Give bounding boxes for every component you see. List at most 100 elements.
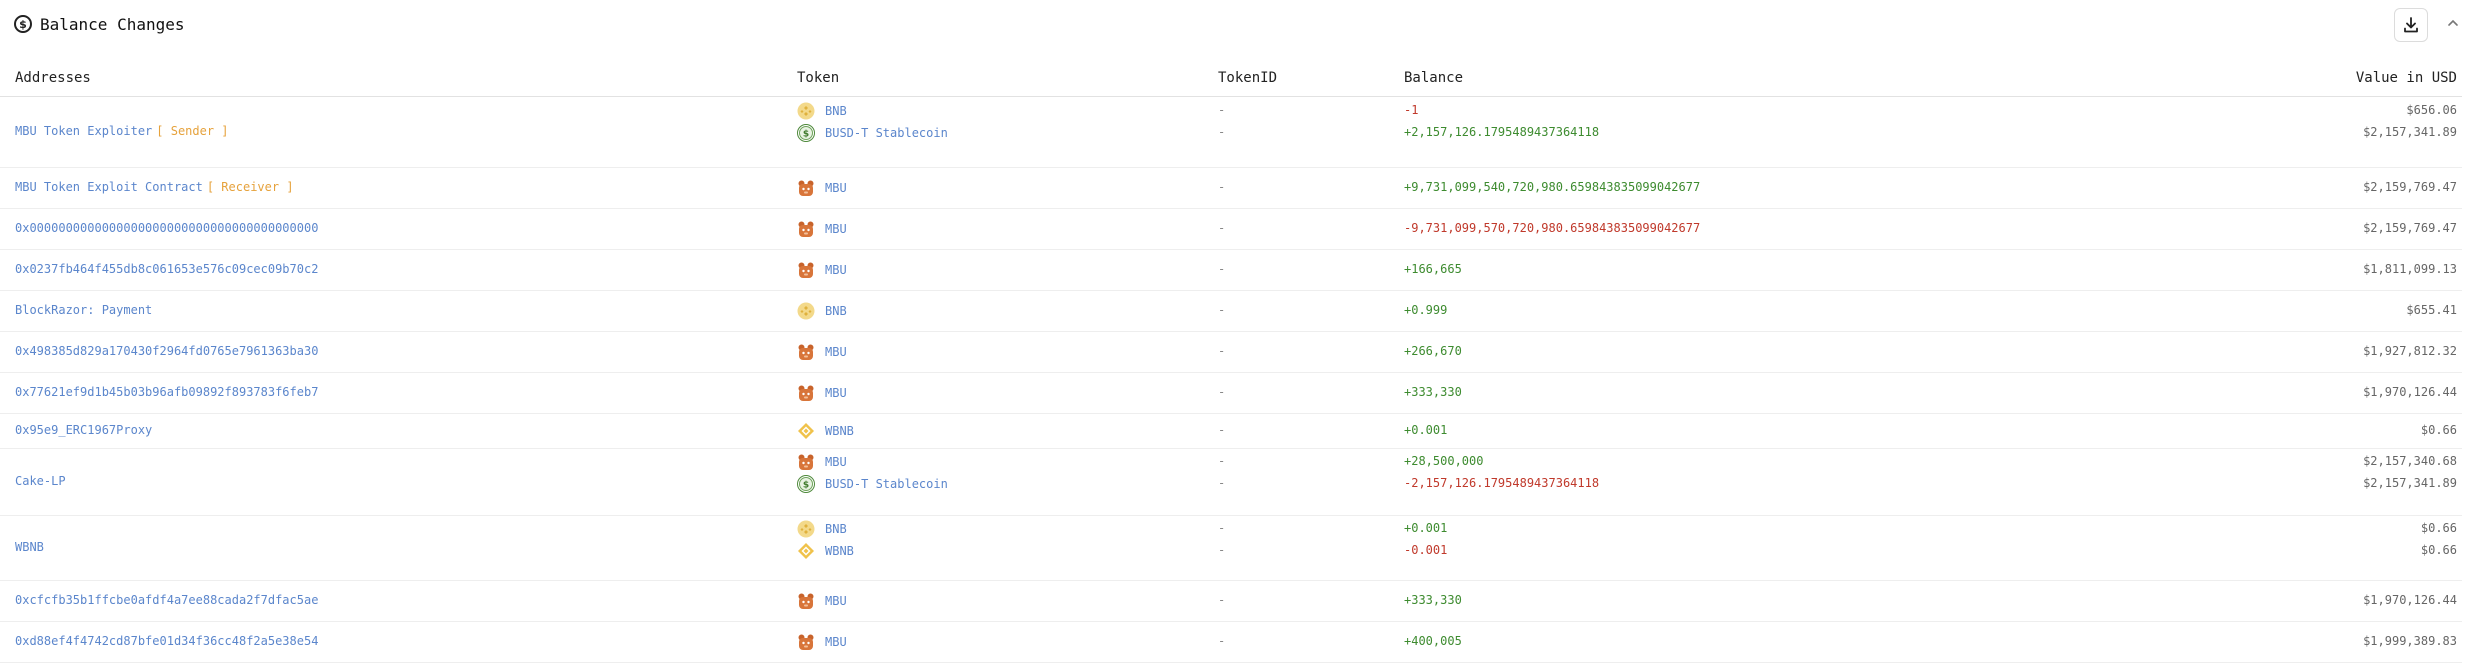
col-token: Token	[797, 70, 840, 86]
table-row: 0x95e9_ERC1967Proxy WBNB - +0.001 $0.66	[0, 413, 2462, 449]
token-name[interactable]: MBU	[825, 181, 847, 195]
token-id: -	[1218, 261, 1226, 276]
token-id: -	[1218, 179, 1226, 194]
table-row: Cake-LP MBU - +28,500,000 $2,157,340.68 $ BUSD…	[0, 448, 2462, 516]
token-entry: BNB - +0.001 $0.66	[0, 519, 2462, 539]
mbu-icon	[797, 261, 815, 279]
table-row: 0x0237fb464f455db8c061653e576c09cec09b70…	[0, 249, 2462, 291]
value-usd: $656.06	[2406, 103, 2457, 117]
value-usd: $2,159,769.47	[2363, 220, 2457, 235]
token-link[interactable]: WBNB	[797, 421, 854, 441]
busd-icon: $	[797, 124, 815, 142]
token-entry: BNB - +0.999 $655.41	[0, 301, 2462, 321]
table-row: 0xcfcfb35b1ffcbe0afdf4a7ee88cada2f7dfac5…	[0, 580, 2462, 622]
token-entry: BNB - -1 $656.06	[0, 101, 2462, 121]
token-name[interactable]: BUSD-T Stablecoin	[825, 477, 948, 491]
balance-change: +166,665	[1404, 261, 1462, 276]
balance-change: +266,670	[1404, 343, 1462, 358]
panel-header: $ Balance Changes	[14, 12, 185, 36]
download-button[interactable]	[2394, 8, 2428, 42]
busd-icon: $	[797, 475, 815, 493]
token-link[interactable]: MBU	[797, 632, 847, 652]
table-row: 0x77621ef9d1b45b03b96afb09892f893783f6fe…	[0, 372, 2462, 414]
token-entry: MBU - +9,731,099,540,720,980.6598438350990…	[0, 178, 2462, 198]
token-name[interactable]: BUSD-T Stablecoin	[825, 126, 948, 140]
balance-change: +2,157,126.1795489437364118	[1404, 125, 1600, 139]
table-header: Addresses Token TokenID Balance Value in…	[0, 64, 2462, 97]
balance-change: -9,731,099,570,720,980.65984383509904267…	[1404, 220, 1701, 235]
token-name[interactable]: WBNB	[825, 544, 854, 558]
balance-change: +9,731,099,540,720,980.65984383509904267…	[1404, 179, 1701, 194]
dollar-circle-icon: $	[14, 15, 32, 33]
token-id: -	[1218, 103, 1226, 117]
token-name[interactable]: MBU	[825, 635, 847, 649]
balance-change: +333,330	[1404, 384, 1462, 399]
value-usd: $2,157,341.89	[2363, 476, 2457, 490]
token-name[interactable]: MBU	[825, 386, 847, 400]
table-row: MBU Token Exploiter[ Sender ] BNB - -1 $656.…	[0, 97, 2462, 168]
value-usd: $2,157,341.89	[2363, 125, 2457, 139]
mbu-icon	[797, 343, 815, 361]
token-id: -	[1218, 476, 1226, 490]
token-id: -	[1218, 384, 1226, 399]
token-link[interactable]: MBU	[797, 219, 847, 239]
token-link[interactable]: MBU	[797, 178, 847, 198]
token-name[interactable]: BNB	[825, 104, 847, 118]
token-entry: $ BUSD-T Stablecoin - -2,157,126.1795489437…	[0, 474, 2462, 494]
value-usd: $0.66	[2420, 422, 2457, 437]
token-entry: WBNB - -0.001 $0.66	[0, 541, 2462, 561]
token-id: -	[1218, 592, 1226, 607]
token-link[interactable]: WBNB	[797, 541, 854, 561]
token-link[interactable]: BNB	[797, 519, 847, 539]
mbu-icon	[797, 384, 815, 402]
value-usd: $2,157,340.68	[2363, 454, 2457, 468]
token-entry: MBU - +333,330 $1,970,126.44	[0, 383, 2462, 403]
download-icon	[2404, 17, 2418, 33]
value-usd: $1,970,126.44	[2363, 592, 2457, 607]
token-link[interactable]: BNB	[797, 301, 847, 321]
token-link[interactable]: MBU	[797, 383, 847, 403]
mbu-icon	[797, 179, 815, 197]
value-usd: $1,999,389.83	[2363, 633, 2457, 648]
balance-change: -1	[1404, 103, 1419, 117]
token-name[interactable]: WBNB	[825, 424, 854, 438]
table-row: 0x498385d829a170430f2964fd0765e7961363ba…	[0, 331, 2462, 373]
token-id: -	[1218, 220, 1226, 235]
token-name[interactable]: MBU	[825, 455, 847, 469]
wbnb-icon	[797, 542, 815, 560]
token-link[interactable]: MBU	[797, 342, 847, 362]
bnb-icon	[797, 520, 815, 538]
wbnb-icon	[797, 422, 815, 440]
token-name[interactable]: MBU	[825, 263, 847, 277]
col-token-id: TokenID	[1218, 70, 1278, 86]
svg-text:$: $	[803, 481, 809, 491]
token-entry: WBNB - +0.001 $0.66	[0, 421, 2462, 441]
token-name[interactable]: MBU	[825, 222, 847, 236]
token-id: -	[1218, 521, 1226, 535]
token-link[interactable]: BNB	[797, 101, 847, 121]
token-link[interactable]: MBU	[797, 452, 847, 472]
value-usd: $0.66	[2420, 543, 2457, 557]
token-id: -	[1218, 422, 1226, 437]
table-row: WBNB BNB - +0.001 $0.66 WBNB - -0.001 $0.66	[0, 515, 2462, 581]
balance-change: +400,005	[1404, 633, 1462, 648]
token-id: -	[1218, 543, 1226, 557]
mbu-icon	[797, 592, 815, 610]
token-name[interactable]: MBU	[825, 594, 847, 608]
token-link[interactable]: $ BUSD-T Stablecoin	[797, 123, 948, 143]
token-entry: MBU - +166,665 $1,811,099.13	[0, 260, 2462, 280]
token-link[interactable]: $ BUSD-T Stablecoin	[797, 474, 948, 494]
token-id: -	[1218, 343, 1226, 358]
token-link[interactable]: MBU	[797, 591, 847, 611]
collapse-button[interactable]	[2444, 14, 2462, 32]
panel-title: Balance Changes	[40, 14, 185, 34]
value-usd: $1,927,812.32	[2363, 343, 2457, 358]
token-name[interactable]: BNB	[825, 304, 847, 318]
token-name[interactable]: MBU	[825, 345, 847, 359]
balance-change: +0.999	[1404, 302, 1448, 317]
token-id: -	[1218, 125, 1226, 139]
token-link[interactable]: MBU	[797, 260, 847, 280]
token-entry: $ BUSD-T Stablecoin - +2,157,126.1795489437…	[0, 123, 2462, 143]
balance-change: +333,330	[1404, 592, 1462, 607]
token-name[interactable]: BNB	[825, 522, 847, 536]
